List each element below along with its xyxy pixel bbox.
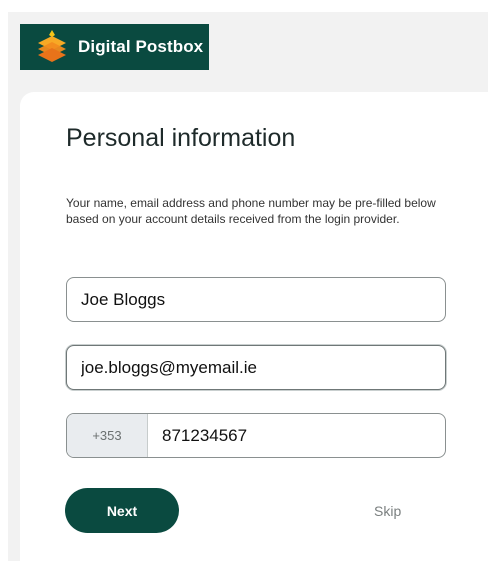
next-button[interactable]: Next [65,488,179,533]
phone-country-code[interactable]: +353 [67,414,148,457]
name-input[interactable] [66,277,446,322]
brand-name: Digital Postbox [78,37,204,56]
phone-number-input[interactable] [148,414,445,457]
brand-header: Digital Postbox [20,24,209,70]
form-card: Personal information Your name, email ad… [20,92,488,561]
form-description: Your name, email address and phone numbe… [66,196,436,226]
email-input[interactable] [66,345,446,390]
postbox-logo-icon [38,30,66,62]
skip-link[interactable]: Skip [374,503,401,519]
page-title: Personal information [66,124,296,152]
phone-field-group: +353 [66,413,446,458]
